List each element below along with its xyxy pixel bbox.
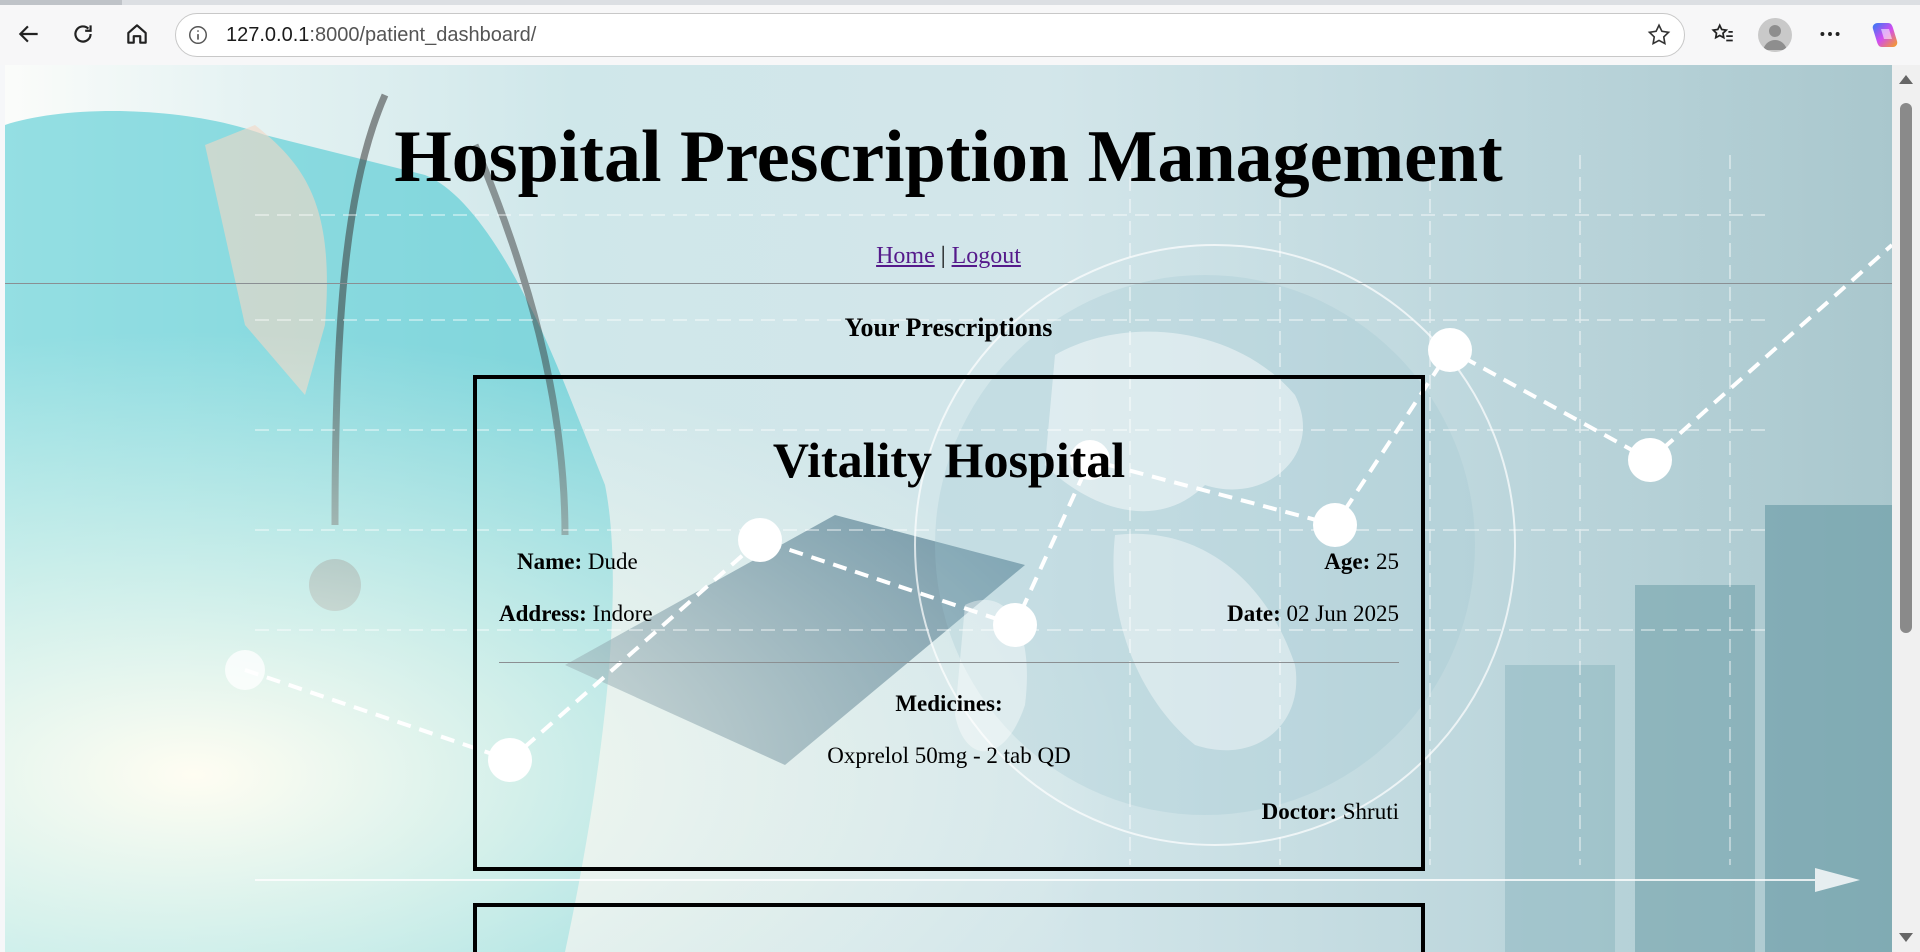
patient-name: Name: Dude — [517, 549, 638, 575]
prescriptions-heading: Your Prescriptions — [844, 313, 1053, 342]
page-viewport: Hospital Prescription Management Home | … — [5, 65, 1892, 952]
date-label: Date: — [1227, 601, 1281, 626]
age-value: 25 — [1376, 549, 1399, 574]
prescription-card-next — [473, 903, 1425, 952]
scroll-down-arrow-icon[interactable] — [1899, 933, 1913, 942]
doctor-value: Shruti — [1342, 799, 1399, 824]
header-divider — [5, 283, 1892, 284]
favorite-star-icon[interactable] — [1646, 22, 1672, 48]
favorites-button[interactable] — [1706, 17, 1740, 51]
medicines-label: Medicines: — [895, 691, 1003, 716]
card-divider — [499, 662, 1399, 663]
address-bar[interactable]: 127.0.0.1:8000/patient_dashboard/ — [175, 13, 1685, 57]
url-host: 127.0.0.1 — [226, 24, 310, 46]
url-path: :8000/patient_dashboard/ — [309, 24, 537, 46]
ellipsis-icon — [1820, 32, 1840, 36]
prescription-card: Vitality Hospital Name: Dude Age: 25 Add… — [473, 375, 1425, 871]
more-options-button[interactable] — [1813, 17, 1847, 51]
scroll-up-arrow-icon[interactable] — [1899, 75, 1913, 84]
prescription-date: Date: 02 Jun 2025 — [1227, 601, 1399, 627]
date-value: 02 Jun 2025 — [1286, 601, 1399, 626]
vertical-scrollbar[interactable] — [1892, 65, 1920, 952]
address-label: Address: — [499, 601, 587, 626]
home-button[interactable] — [120, 17, 154, 51]
age-label: Age: — [1324, 549, 1371, 574]
site-title: Hospital Prescription Management — [394, 116, 1503, 198]
favorites-list-icon — [1711, 23, 1733, 42]
reload-icon — [74, 25, 92, 43]
scrollbar-thumb[interactable] — [1900, 103, 1912, 633]
person-icon — [1763, 25, 1787, 50]
home-icon — [127, 24, 147, 44]
profile-avatar[interactable] — [1758, 18, 1792, 52]
name-label: Name: — [517, 549, 583, 574]
copilot-icon[interactable] — [1869, 19, 1901, 51]
site-info-icon[interactable] — [186, 23, 210, 47]
back-button[interactable] — [12, 17, 46, 51]
back-arrow-icon — [18, 25, 38, 43]
home-link[interactable]: Home — [876, 243, 935, 269]
hospital-name: Vitality Hospital — [772, 432, 1126, 488]
patient-address: Address: Indore — [499, 601, 653, 627]
address-value: Indore — [592, 601, 653, 626]
reload-button[interactable] — [66, 17, 100, 51]
name-value: Dude — [587, 549, 638, 574]
doctor-name: Doctor: Shruti — [1262, 799, 1399, 825]
url-text[interactable]: 127.0.0.1:8000/patient_dashboard/ — [226, 24, 536, 47]
page-content: Hospital Prescription Management Home | … — [5, 65, 1892, 952]
browser-toolbar: 127.0.0.1:8000/patient_dashboard/ — [0, 5, 1920, 65]
medicine-item: Oxprelol 50mg - 2 tab QD — [827, 743, 1071, 768]
doctor-label: Doctor: — [1261, 799, 1338, 824]
nav-links: Home | Logout — [5, 243, 1892, 270]
patient-age: Age: 25 — [1324, 549, 1399, 575]
logout-link[interactable]: Logout — [952, 243, 1021, 269]
nav-separator: | — [940, 243, 946, 269]
